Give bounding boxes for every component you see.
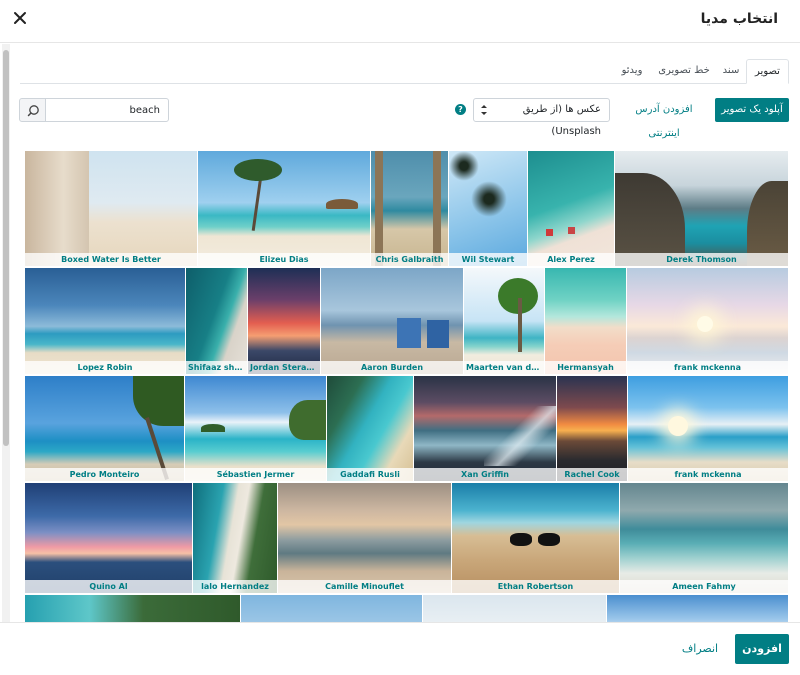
image-caption: Pedro Monteiro bbox=[25, 468, 184, 481]
image-caption: Quino Al bbox=[25, 580, 192, 593]
image-caption: Elizeu Dias bbox=[198, 253, 370, 266]
image-caption: Wil Stewart bbox=[449, 253, 527, 266]
scrollbar[interactable] bbox=[2, 44, 10, 622]
image-tile[interactable]: lalo Hernandez bbox=[193, 483, 277, 593]
image-tile[interactable] bbox=[423, 595, 606, 622]
scrollbar-thumb[interactable] bbox=[3, 50, 9, 446]
image-tile[interactable]: Chris Galbraith bbox=[371, 151, 448, 266]
add-url-link[interactable]: افزودن آدرس اینترنتی bbox=[622, 98, 706, 139]
image-tile[interactable] bbox=[241, 595, 422, 622]
tab-video[interactable]: ویدئو bbox=[612, 59, 652, 84]
image-tile[interactable]: Pedro Monteiro bbox=[25, 376, 184, 481]
image-tile[interactable] bbox=[25, 595, 240, 622]
tab-document[interactable]: سند bbox=[716, 59, 746, 84]
image-caption: Jordan Steranka bbox=[248, 361, 320, 374]
image-tile[interactable]: Maarten van den H... bbox=[464, 268, 544, 374]
image-tile[interactable]: Boxed Water Is Better bbox=[25, 151, 197, 266]
close-icon[interactable] bbox=[11, 9, 29, 27]
image-caption: frank mckenna bbox=[628, 468, 788, 481]
image-tile[interactable]: Alex Perez bbox=[528, 151, 614, 266]
image-tile[interactable]: frank mckenna bbox=[628, 376, 788, 481]
image-caption: Rachel Cook bbox=[557, 468, 627, 481]
tab-image[interactable]: تصویر bbox=[746, 59, 789, 84]
image-caption: Hermansyah bbox=[545, 361, 626, 374]
image-tile[interactable]: Derek Thomson bbox=[615, 151, 788, 266]
image-tile[interactable]: Gaddafi Rusli bbox=[327, 376, 413, 481]
image-caption: Lopez Robin bbox=[25, 361, 185, 374]
dialog-title: انتخاب مدیا bbox=[700, 11, 778, 27]
dialog-header: انتخاب مدیا bbox=[0, 0, 800, 43]
source-select-value: عکس ها (از طریق Unsplash) bbox=[522, 104, 601, 137]
media-tabs: تصویر سند خط تصویری ویدئو bbox=[20, 59, 789, 84]
dialog-footer: افزودن انصراف bbox=[0, 622, 800, 675]
image-caption: Ameen Fahmy bbox=[620, 580, 788, 593]
image-caption: Chris Galbraith bbox=[371, 253, 448, 266]
image-caption: Aaron Burden bbox=[321, 361, 463, 374]
source-select[interactable]: عکس ها (از طریق Unsplash) bbox=[473, 98, 610, 137]
image-tile[interactable]: Hermansyah bbox=[545, 268, 626, 374]
image-tile[interactable]: frank mckenna bbox=[627, 268, 788, 374]
image-caption: Alex Perez bbox=[528, 253, 614, 266]
image-caption: Maarten van den H... bbox=[464, 361, 544, 374]
search-icon bbox=[27, 105, 39, 117]
image-tile[interactable]: Camille Minouflet bbox=[278, 483, 451, 593]
image-caption: Gaddafi Rusli bbox=[327, 468, 413, 481]
image-tile[interactable]: Rachel Cook bbox=[557, 376, 627, 481]
image-tile[interactable]: Quino Al bbox=[25, 483, 192, 593]
image-caption: frank mckenna bbox=[627, 361, 788, 374]
image-caption: Camille Minouflet bbox=[278, 580, 451, 593]
image-caption: Boxed Water Is Better bbox=[25, 253, 197, 266]
image-tile[interactable]: Elizeu Dias bbox=[198, 151, 370, 266]
upload-image-button[interactable]: آپلود یک تصویر bbox=[715, 98, 789, 122]
add-button[interactable]: افزودن bbox=[735, 634, 789, 664]
image-caption: lalo Hernandez bbox=[193, 580, 277, 593]
image-tile[interactable]: Sébastien Jermer bbox=[185, 376, 326, 481]
search-button[interactable] bbox=[19, 98, 46, 122]
cancel-button[interactable]: انصراف bbox=[676, 634, 724, 664]
image-tile[interactable]: Aaron Burden bbox=[321, 268, 463, 374]
image-caption: Derek Thomson bbox=[615, 253, 788, 266]
tab-icons[interactable]: خط تصویری bbox=[652, 59, 716, 84]
image-tile[interactable]: Shifaaz sham... bbox=[186, 268, 247, 374]
image-tile[interactable]: Ethan Robertson bbox=[452, 483, 619, 593]
select-arrows-icon bbox=[481, 105, 487, 115]
image-caption: Sébastien Jermer bbox=[185, 468, 326, 481]
search-input[interactable] bbox=[45, 98, 169, 122]
image-tile[interactable]: Xan Griffin bbox=[414, 376, 556, 481]
help-icon[interactable]: ? bbox=[455, 104, 466, 115]
image-tile[interactable]: Lopez Robin bbox=[25, 268, 185, 374]
image-tile[interactable] bbox=[607, 595, 788, 622]
image-caption: Ethan Robertson bbox=[452, 580, 619, 593]
image-caption: Xan Griffin bbox=[414, 468, 556, 481]
image-caption: Shifaaz sham... bbox=[186, 361, 247, 374]
search-group bbox=[19, 98, 169, 122]
image-gallery: Boxed Water Is Better Elizeu Dias Chris … bbox=[25, 151, 788, 622]
image-tile[interactable]: Ameen Fahmy bbox=[620, 483, 788, 593]
image-tile[interactable]: Wil Stewart bbox=[449, 151, 527, 266]
image-tile[interactable]: Jordan Steranka bbox=[248, 268, 320, 374]
